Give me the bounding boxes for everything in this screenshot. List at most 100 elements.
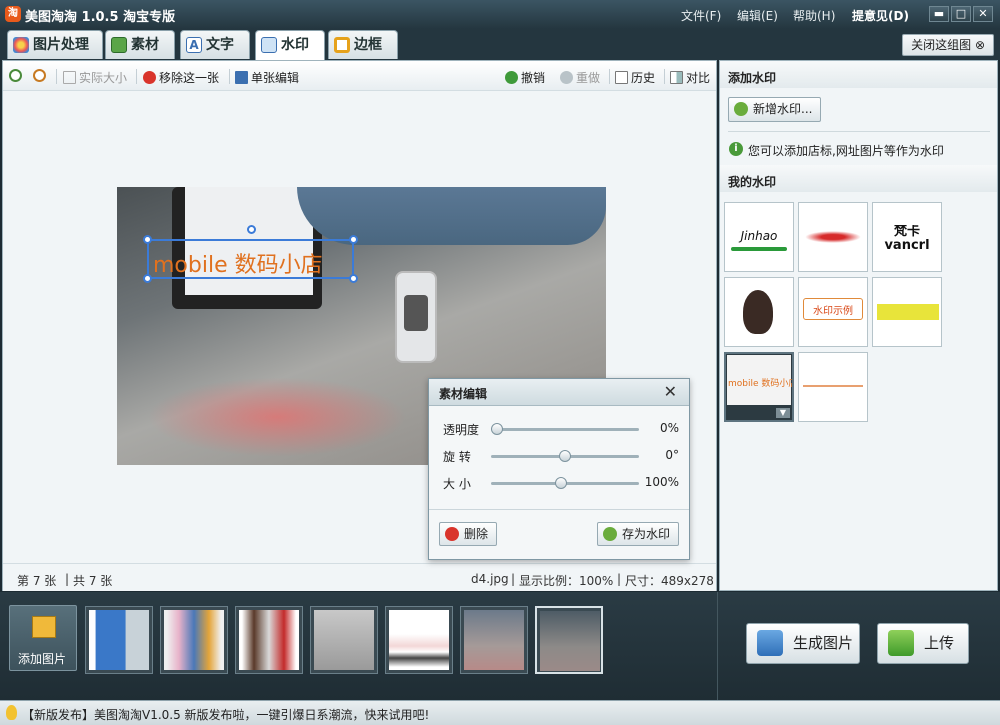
maximize-button[interactable]: □ xyxy=(951,6,971,22)
undo-button[interactable]: 撤销 xyxy=(505,69,545,86)
delete-button[interactable]: 删除 xyxy=(439,522,498,546)
film-thumb[interactable] xyxy=(85,606,153,674)
upload-button[interactable]: 上传 xyxy=(877,623,969,664)
save-watermark-icon xyxy=(603,527,617,541)
text-icon: A xyxy=(186,37,202,53)
palette-icon xyxy=(13,37,29,53)
menu-feedback[interactable]: 提意见(D) xyxy=(852,7,909,24)
opacity-label: 透明度 xyxy=(443,423,480,437)
delete-icon xyxy=(445,527,459,541)
watermark-thumb[interactable] xyxy=(798,202,868,272)
thumb-label: mobile 数码小店 xyxy=(728,379,792,389)
redo-label: 重做 xyxy=(576,71,601,85)
watermark-thumb[interactable] xyxy=(798,352,868,422)
add-icon xyxy=(734,102,748,116)
zoom-out-icon xyxy=(33,69,46,82)
image-index: 第 7 张 xyxy=(17,574,57,588)
watermark-thumb[interactable] xyxy=(872,277,942,347)
tab-label: 边框 xyxy=(354,37,382,53)
history-button[interactable]: 历史 xyxy=(615,69,655,86)
watermark-selection[interactable]: mobile 数码小店 xyxy=(143,225,358,283)
watermark-thumb[interactable]: 水印示例 xyxy=(798,277,868,347)
save-as-watermark-button[interactable]: 存为水印 xyxy=(597,522,680,546)
rotate-label: 旋 转 xyxy=(443,450,471,464)
opacity-knob[interactable] xyxy=(491,423,503,435)
toolbar-divider xyxy=(229,69,230,84)
app-title: 美图淘淘 1.0.5 淘宝专版 xyxy=(25,10,176,25)
watermark-thumb[interactable]: Jinhao xyxy=(724,202,794,272)
tab-watermark[interactable]: 水印 xyxy=(255,30,325,60)
resize-handle[interactable] xyxy=(349,235,358,244)
single-edit-button[interactable]: 单张编辑 xyxy=(235,69,299,86)
film-thumb[interactable] xyxy=(385,606,453,674)
minimize-button[interactable]: ▬ xyxy=(929,6,949,22)
close-icon[interactable]: ✕ xyxy=(664,382,677,401)
edit-icon xyxy=(235,71,248,84)
film-image xyxy=(239,610,299,670)
toolbar-divider xyxy=(609,69,610,84)
status-divider: | xyxy=(511,572,516,586)
editor-toolbar: 实际大小 移除这一张 单张编辑 撤销 重做 历史 对比 xyxy=(3,61,716,91)
zoom-in-icon xyxy=(9,69,22,82)
menu-edit[interactable]: 编辑(E) xyxy=(737,7,778,24)
tab-material[interactable]: 素材 xyxy=(105,30,175,59)
add-picture-icon xyxy=(32,616,56,638)
close-icon: ⊗ xyxy=(974,38,985,52)
generate-picture-button[interactable]: 生成图片 xyxy=(746,623,860,664)
compare-button[interactable]: 对比 xyxy=(670,69,710,86)
actual-size-button[interactable]: 实际大小 xyxy=(63,69,127,86)
display-ratio: 显示比例：100% xyxy=(519,574,614,588)
remove-this-button[interactable]: 移除这一张 xyxy=(143,69,219,86)
tab-label: 文字 xyxy=(206,37,234,53)
toolbar-divider xyxy=(56,69,57,84)
zoom-out-button[interactable] xyxy=(33,69,49,83)
film-image xyxy=(314,610,374,670)
close-set-label: 关闭这组图 xyxy=(911,38,972,52)
photo-sleeve xyxy=(297,187,606,245)
film-thumb-selected[interactable] xyxy=(535,606,603,674)
watermark-thumb[interactable]: 梵卡 vancrl xyxy=(872,202,942,272)
resize-handle[interactable] xyxy=(143,274,152,283)
new-watermark-button[interactable]: 新增水印... xyxy=(728,97,822,122)
history-label: 历史 xyxy=(631,71,656,85)
zoom-in-button[interactable] xyxy=(9,69,25,83)
film-thumb[interactable] xyxy=(460,606,528,674)
tab-image-processing[interactable]: 图片处理 xyxy=(7,30,103,59)
opacity-value: 0% xyxy=(659,421,679,435)
news-text[interactable]: 【新版发布】美图淘淘V1.0.5 新版发布啦，一键引爆日系潮流，快来试用吧! xyxy=(22,706,429,723)
rotate-handle[interactable] xyxy=(247,225,256,234)
photo-laser-keyboard xyxy=(147,377,407,457)
dropdown-icon[interactable]: ▼ xyxy=(776,408,790,418)
opacity-slider[interactable] xyxy=(491,423,639,435)
film-thumb[interactable] xyxy=(310,606,378,674)
film-image xyxy=(389,610,449,670)
single-edit-label: 单张编辑 xyxy=(251,71,300,85)
remove-this-label: 移除这一张 xyxy=(159,71,220,85)
watermark-thumb-selected[interactable]: mobile 数码小店 ▼ xyxy=(724,352,794,422)
close-set-button[interactable]: 关闭这组图 ⊗ xyxy=(902,34,994,56)
thumb-faint-text xyxy=(803,385,863,387)
redo-button[interactable]: 重做 xyxy=(560,69,600,86)
remove-icon xyxy=(143,71,156,84)
film-thumb[interactable] xyxy=(160,606,228,674)
redo-icon xyxy=(560,71,573,84)
menu-file[interactable]: 文件(F) xyxy=(681,7,721,24)
tab-bar: 图片处理 素材 A 文字 水印 边框 关闭这组图 ⊗ xyxy=(0,29,1000,60)
resize-handle[interactable] xyxy=(349,274,358,283)
film-thumb[interactable] xyxy=(235,606,303,674)
thumb-girl-illustration xyxy=(743,290,773,334)
add-picture-button[interactable]: 添加图片 xyxy=(9,605,77,671)
rotate-knob[interactable] xyxy=(559,450,571,462)
dialog-divider xyxy=(429,509,689,510)
rotate-slider[interactable] xyxy=(491,450,639,462)
close-window-button[interactable]: ✕ xyxy=(973,6,993,22)
news-bar[interactable]: 【新版发布】美图淘淘V1.0.5 新版发布啦，一键引爆日系潮流，快来试用吧! xyxy=(0,700,1000,725)
menu-help[interactable]: 帮助(H) xyxy=(793,7,835,24)
tab-text[interactable]: A 文字 xyxy=(180,30,250,59)
watermark-thumb[interactable] xyxy=(724,277,794,347)
size-slider[interactable] xyxy=(491,477,639,489)
resize-handle[interactable] xyxy=(143,235,152,244)
tab-frame[interactable]: 边框 xyxy=(328,30,398,59)
size-knob[interactable] xyxy=(554,477,567,489)
status-divider: | xyxy=(65,572,70,586)
